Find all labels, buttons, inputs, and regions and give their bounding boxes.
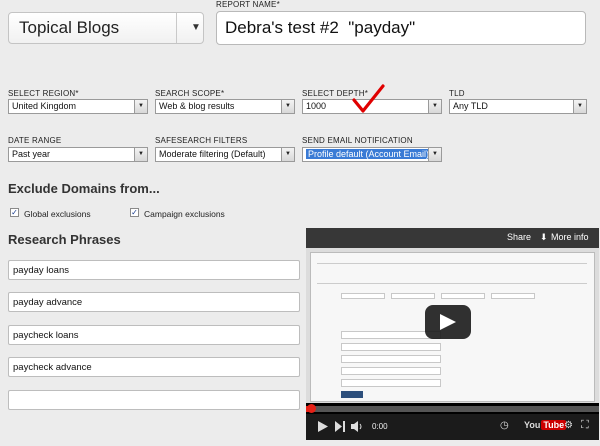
report-type-value: Topical Blogs	[19, 18, 120, 37]
checkmark-annotation-icon	[352, 84, 385, 113]
youtube-logo[interactable]: You Tube	[524, 420, 567, 430]
settings-icon[interactable]: ⚙	[564, 420, 573, 431]
date-range-label: DATE RANGE	[8, 136, 62, 145]
play-icon	[440, 314, 456, 330]
safesearch-select[interactable]: Moderate filtering (Default) ▼	[155, 147, 295, 162]
mini-field	[341, 379, 441, 387]
campaign-exclusions-checkbox[interactable]: ✓	[130, 208, 139, 217]
global-exclusions-label: Global exclusions	[24, 209, 91, 219]
email-notification-label: SEND EMAIL NOTIFICATION	[302, 136, 413, 145]
mini-field	[341, 293, 385, 299]
mini-submit	[341, 391, 363, 398]
scope-select[interactable]: Web & blog results ▼	[155, 99, 295, 114]
dropdown-arrow-icon: ▼	[428, 148, 441, 161]
mini-field	[441, 293, 485, 299]
dropdown-arrow-icon: ▼	[573, 100, 586, 113]
dropdown-arrow-icon: ▼	[281, 148, 294, 161]
exclude-domains-title: Exclude Domains from...	[8, 181, 160, 196]
progress-scrubber[interactable]	[306, 404, 316, 413]
play-button[interactable]	[425, 305, 471, 339]
video-progress-bar[interactable]	[306, 404, 599, 413]
phrase-input-5[interactable]	[8, 390, 300, 410]
scope-label: SEARCH SCOPE*	[155, 89, 225, 98]
dropdown-arrow-icon: ▼	[191, 22, 201, 33]
volume-icon[interactable]	[351, 421, 365, 432]
dropdown-arrow-icon: ▼	[281, 100, 294, 113]
dropdown-arrow-icon: ▼	[428, 100, 441, 113]
phrase-input-2[interactable]: payday advance	[8, 292, 300, 312]
report-name-input[interactable]: Debra's test #2 "payday"	[216, 11, 586, 45]
mini-divider	[317, 283, 587, 284]
video-topbar: Share ⬇ More info	[306, 228, 599, 248]
video-frame: Share ⬇ More info	[306, 228, 599, 403]
clock-icon[interactable]: ◷	[500, 420, 509, 431]
dropdown-arrow-icon: ▼	[134, 148, 147, 161]
phrase-input-4[interactable]: paycheck advance	[8, 357, 300, 377]
phrase-input-1[interactable]: payday loans	[8, 260, 300, 280]
play-icon[interactable]	[318, 421, 328, 432]
report-type-select[interactable]: Topical Blogs ▼	[8, 12, 204, 44]
tld-value: Any TLD	[453, 101, 488, 111]
phrase-input-3[interactable]: paycheck loans	[8, 325, 300, 345]
mini-field	[341, 367, 441, 375]
email-notification-select[interactable]: Profile default (Account Email) ▼	[302, 147, 442, 162]
scope-value: Web & blog results	[159, 101, 235, 111]
date-range-value: Past year	[12, 149, 51, 159]
safesearch-label: SAFESEARCH FILTERS	[155, 136, 248, 145]
mini-field	[391, 293, 435, 299]
dropdown-arrow-icon: ▼	[134, 100, 147, 113]
select-divider	[176, 13, 177, 43]
region-value: United Kingdom	[12, 101, 77, 111]
date-range-select[interactable]: Past year ▼	[8, 147, 148, 162]
video-time: 0:00	[372, 422, 388, 431]
fullscreen-icon[interactable]: ⛶	[581, 419, 589, 432]
safesearch-value: Moderate filtering (Default)	[159, 149, 266, 159]
youtube-logo-you: You	[524, 420, 541, 430]
depth-value: 1000	[306, 101, 327, 111]
mini-field	[341, 343, 441, 351]
email-notification-value: Profile default (Account Email)	[306, 149, 432, 159]
more-info-button[interactable]: More info	[551, 232, 589, 242]
next-icon[interactable]	[335, 421, 345, 432]
report-name-label: REPORT NAME*	[216, 0, 280, 9]
youtube-logo-tube: Tube	[541, 420, 567, 430]
tld-label: TLD	[449, 89, 465, 98]
more-info-icon: ⬇	[540, 232, 548, 242]
video-controls: 0:00 ◷ You Tube ⚙ ⛶	[306, 414, 599, 440]
share-button[interactable]: Share	[507, 232, 531, 242]
tld-select[interactable]: Any TLD ▼	[449, 99, 587, 114]
campaign-exclusions-label: Campaign exclusions	[144, 209, 225, 219]
global-exclusions-checkbox[interactable]: ✓	[10, 208, 19, 217]
research-phrases-title: Research Phrases	[8, 232, 121, 247]
region-label: SELECT REGION*	[8, 89, 79, 98]
mini-field	[341, 355, 441, 363]
region-select[interactable]: United Kingdom ▼	[8, 99, 148, 114]
mini-field	[491, 293, 535, 299]
mini-divider	[317, 263, 587, 264]
video-player[interactable]: Share ⬇ More info 0:00 ◷ You Tube ⚙ ⛶	[306, 228, 599, 440]
